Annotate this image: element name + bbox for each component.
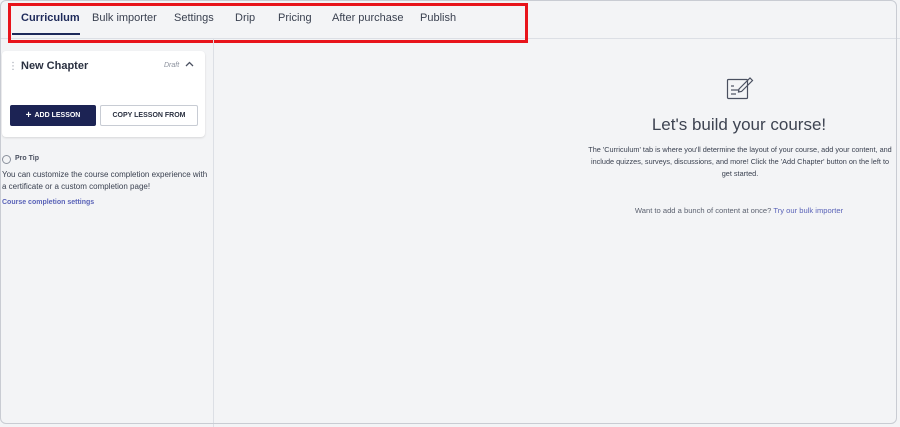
course-completion-settings-link[interactable]: Course completion settings [2, 199, 94, 206]
active-tab-indicator [12, 33, 80, 35]
tab-after-purchase[interactable]: After purchase [332, 12, 404, 24]
copy-lesson-label: COPY LESSON FROM [112, 112, 186, 119]
chapter-card: ⋮⋮ New Chapter Draft + ADD LESSON COPY L… [2, 51, 205, 137]
lightbulb-icon [2, 155, 11, 164]
bulk-prompt-text: Want to add a bunch of content at once? [634, 206, 772, 215]
chapter-title[interactable]: New Chapter [21, 60, 88, 72]
add-lesson-label: ADD LESSON [34, 112, 81, 119]
chevron-up-icon[interactable] [185, 59, 194, 70]
tab-curriculum[interactable]: Curriculum [21, 12, 80, 24]
pro-tip-text: You can customize the course completion … [2, 170, 208, 191]
plus-icon: + [25, 110, 32, 121]
top-nav: Curriculum Bulk importer Settings Drip P… [0, 0, 900, 39]
tab-pricing[interactable]: Pricing [278, 12, 312, 24]
pro-tip-label: Pro Tip [15, 155, 39, 162]
main-content: Let's build your course! The 'Curriculum… [215, 39, 897, 424]
tab-bulk-importer[interactable]: Bulk importer [92, 12, 157, 24]
page-heading: Let's build your course! [651, 115, 827, 134]
tab-drip[interactable]: Drip [235, 12, 255, 24]
curriculum-description: The 'Curriculum' tab is where you'll det… [588, 145, 892, 178]
copy-lesson-button[interactable]: COPY LESSON FROM [100, 105, 198, 126]
sidebar: ⋮⋮ New Chapter Draft + ADD LESSON COPY L… [0, 39, 214, 427]
add-lesson-button[interactable]: + ADD LESSON [10, 105, 96, 126]
bulk-importer-prompt: Want to add a bunch of content at once? … [215, 206, 900, 215]
edit-note-icon [726, 77, 754, 100]
draft-status-badge: Draft [164, 62, 180, 69]
tab-publish[interactable]: Publish [420, 12, 456, 24]
bulk-importer-link[interactable]: Try our bulk importer [773, 206, 843, 215]
tab-settings[interactable]: Settings [174, 12, 214, 24]
